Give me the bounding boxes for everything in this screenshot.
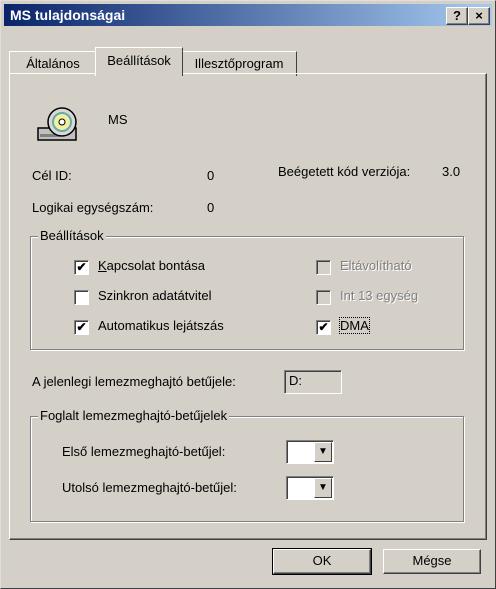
dma-label: DMA	[339, 317, 370, 334]
properties-window: MS tulajdonságai ? × Általános Beállítás…	[0, 0, 496, 589]
autoplay-checkbox[interactable]: ✔	[74, 320, 89, 335]
chevron-down-icon[interactable]: ▼	[314, 478, 332, 498]
first-letter-label: Első lemezmeghajtó-betűjel:	[62, 444, 226, 459]
sync-checkbox[interactable]	[74, 290, 89, 305]
window-title: MS tulajdonságai	[10, 7, 126, 23]
last-letter-select[interactable]: ▼	[286, 476, 334, 500]
reserved-group	[30, 416, 464, 522]
help-button[interactable]: ?	[446, 7, 468, 25]
current-letter-field: D:	[284, 370, 342, 394]
target-id-value: 0	[207, 168, 215, 183]
settings-panel: MS Cél ID: 0 Beégetett kód verziója: 3.0…	[9, 73, 487, 540]
disconnect-label: Kapcsolat bontása	[98, 258, 205, 273]
first-letter-select[interactable]: ▼	[286, 440, 334, 464]
firmware-label: Beégetett kód verziója:	[278, 164, 411, 179]
int13-checkbox[interactable]	[316, 290, 331, 305]
int13-label: Int 13 egység	[340, 288, 419, 303]
device-name: MS	[108, 112, 128, 127]
dma-checkbox[interactable]: ✔	[316, 320, 331, 335]
removable-checkbox[interactable]	[316, 260, 331, 275]
current-letter-label: A jelenlegi lemezmeghajtó betűjele:	[32, 374, 236, 389]
reserved-group-title: Foglalt lemezmeghajtó-betűjelek	[38, 408, 230, 423]
lun-label: Logikai egységszám:	[32, 200, 154, 215]
close-button[interactable]: ×	[468, 7, 490, 25]
cd-drive-icon	[37, 107, 77, 141]
lun-value: 0	[207, 200, 215, 215]
ok-button[interactable]: OK	[272, 548, 372, 575]
sync-label: Szinkron adatátvitel	[98, 288, 212, 303]
firmware-value: 3.0	[442, 164, 461, 179]
title-bar[interactable]: MS tulajdonságai ? ×	[4, 4, 492, 26]
last-letter-label: Utolsó lemezmeghajtó-betűjel:	[62, 480, 237, 495]
target-id-label: Cél ID:	[32, 168, 72, 183]
autoplay-label: Automatikus lejátszás	[98, 318, 224, 333]
removable-label: Eltávolítható	[340, 258, 412, 273]
cancel-button[interactable]: Mégse	[383, 549, 481, 574]
chevron-down-icon[interactable]: ▼	[314, 442, 332, 462]
disconnect-checkbox[interactable]: ✔	[74, 260, 89, 275]
tab-settings[interactable]: Beállítások	[95, 47, 183, 76]
settings-group-title: Beállítások	[38, 228, 106, 243]
